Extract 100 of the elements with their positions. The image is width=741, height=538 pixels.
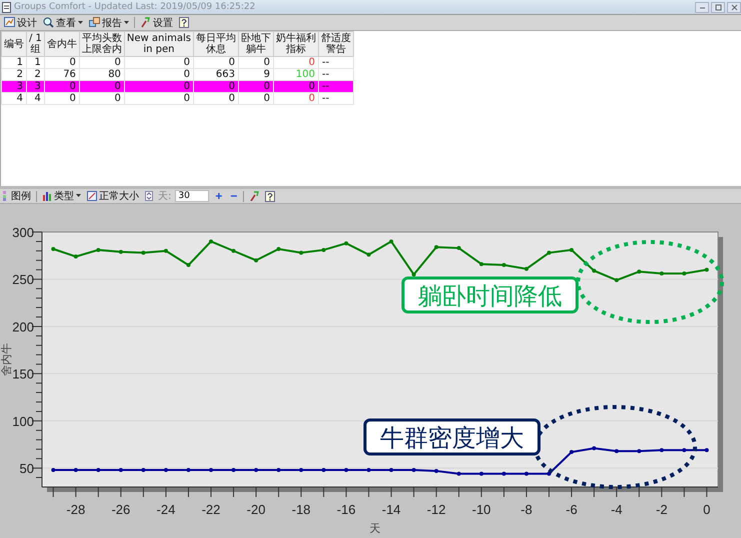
point: [479, 262, 484, 266]
column-header[interactable]: 舒适度警告: [318, 32, 354, 56]
point: [141, 250, 146, 255]
resize-icon: [87, 191, 97, 201]
minimize-button[interactable]: [695, 2, 709, 12]
table-row[interactable]: 4 4 0 0 0 0 0 0 --: [2, 92, 354, 104]
tool-button[interactable]: [248, 190, 260, 202]
wand-icon: [249, 191, 260, 201]
view-button[interactable]: 查看: [42, 16, 84, 29]
table-row[interactable]: 3 3 0 0 0 0 0 0 --: [2, 80, 354, 92]
window-title: Groups Comfort - Updated Last: 2019/05/09 16:25:22: [14, 2, 256, 12]
point: [366, 252, 371, 257]
column-header[interactable]: 舍内牛: [44, 32, 80, 56]
point: [344, 468, 348, 472]
point: [322, 468, 326, 472]
grip-icon: [3, 191, 6, 201]
x-tick-label: -10: [472, 502, 491, 517]
annotation: 牛群密度增大: [380, 424, 524, 452]
table-cell: 1: [26, 56, 44, 68]
table-cell: 0: [194, 80, 239, 92]
point: [704, 268, 709, 272]
spin-button[interactable]: [144, 190, 154, 202]
point: [637, 270, 642, 274]
close-button[interactable]: [727, 2, 741, 12]
table-cell: 3: [2, 80, 26, 92]
column-header[interactable]: 编号: [2, 32, 26, 56]
x-tick-label: -12: [426, 502, 446, 517]
x-tick-label: -4: [610, 502, 622, 517]
report-button[interactable]: 报告: [88, 16, 130, 29]
point: [614, 449, 619, 454]
chart-type-button[interactable]: 类型: [41, 190, 82, 202]
close-icon: [730, 2, 738, 12]
table-cell: 0: [194, 56, 239, 68]
table-cell: 0: [44, 56, 80, 68]
column-header[interactable]: 平均头数上限舍内: [79, 32, 124, 56]
column-header[interactable]: 奶牛福利指标: [274, 32, 319, 56]
point: [299, 468, 304, 472]
x-tick-label: -28: [66, 502, 86, 517]
point: [96, 248, 100, 252]
square-icon: [714, 2, 722, 12]
column-header[interactable]: / 1 组: [26, 32, 44, 56]
column-header[interactable]: 每日平均休息: [194, 32, 239, 56]
table-cell: 0: [124, 56, 194, 68]
point: [232, 468, 236, 472]
point: [456, 472, 461, 476]
table-cell: 0: [79, 56, 124, 68]
point: [164, 468, 168, 472]
table-cell: --: [318, 56, 354, 68]
table-cell: --: [318, 80, 354, 92]
point: [547, 250, 551, 255]
x-tick-label: -8: [520, 502, 532, 517]
document-icon: [2, 2, 11, 12]
x-tick-label: -2: [656, 502, 668, 517]
help-button[interactable]: [264, 190, 276, 202]
point: [276, 468, 281, 472]
help-button[interactable]: [178, 16, 191, 29]
point: [614, 278, 619, 282]
point: [344, 241, 348, 246]
annotation: 躺卧时间降低: [418, 282, 562, 310]
table-cell: 4: [2, 92, 26, 104]
point: [434, 245, 438, 250]
welfare-cell: 0: [274, 56, 319, 68]
welfare-cell: 0: [274, 92, 319, 104]
point: [389, 468, 394, 472]
point: [660, 448, 664, 452]
point: [299, 250, 304, 255]
chart-icon: [4, 17, 15, 28]
search-icon: [43, 17, 54, 28]
legend-button[interactable]: 图例: [10, 190, 32, 202]
column-header[interactable]: New animals in pen: [124, 32, 194, 56]
y-tick-label: 300: [12, 225, 34, 240]
point: [186, 468, 190, 472]
point: [141, 468, 146, 472]
table-cell: 0: [79, 80, 124, 92]
point: [502, 263, 506, 268]
y-tick-label: 150: [12, 366, 34, 382]
normal-size-button[interactable]: 正常大小: [86, 190, 140, 202]
restore-button[interactable]: [711, 2, 725, 12]
point: [592, 446, 596, 450]
table-row[interactable]: 1 1 0 0 0 0 0 0 --: [2, 56, 354, 68]
point: [322, 248, 326, 252]
bar-chart-icon: [42, 191, 52, 201]
help-icon: [179, 17, 190, 28]
table-cell: 0: [44, 92, 80, 104]
days-field[interactable]: 30: [175, 190, 210, 202]
point: [502, 472, 506, 476]
x-tick-label: -26: [111, 502, 130, 517]
plus-button[interactable]: +: [213, 190, 224, 202]
design-button[interactable]: 设计: [3, 16, 38, 29]
table-cell: 0: [194, 92, 239, 104]
report-icon: [89, 17, 100, 28]
settings-button[interactable]: 设置: [139, 16, 174, 29]
point: [412, 468, 416, 472]
point: [524, 266, 528, 271]
point: [254, 468, 258, 472]
column-header[interactable]: 卧地下躺牛: [238, 32, 274, 56]
table-cell: 0: [238, 92, 274, 104]
y-axis-label: 舍内牛: [0, 343, 13, 376]
point: [74, 468, 78, 472]
minus-button[interactable]: −: [228, 190, 240, 202]
